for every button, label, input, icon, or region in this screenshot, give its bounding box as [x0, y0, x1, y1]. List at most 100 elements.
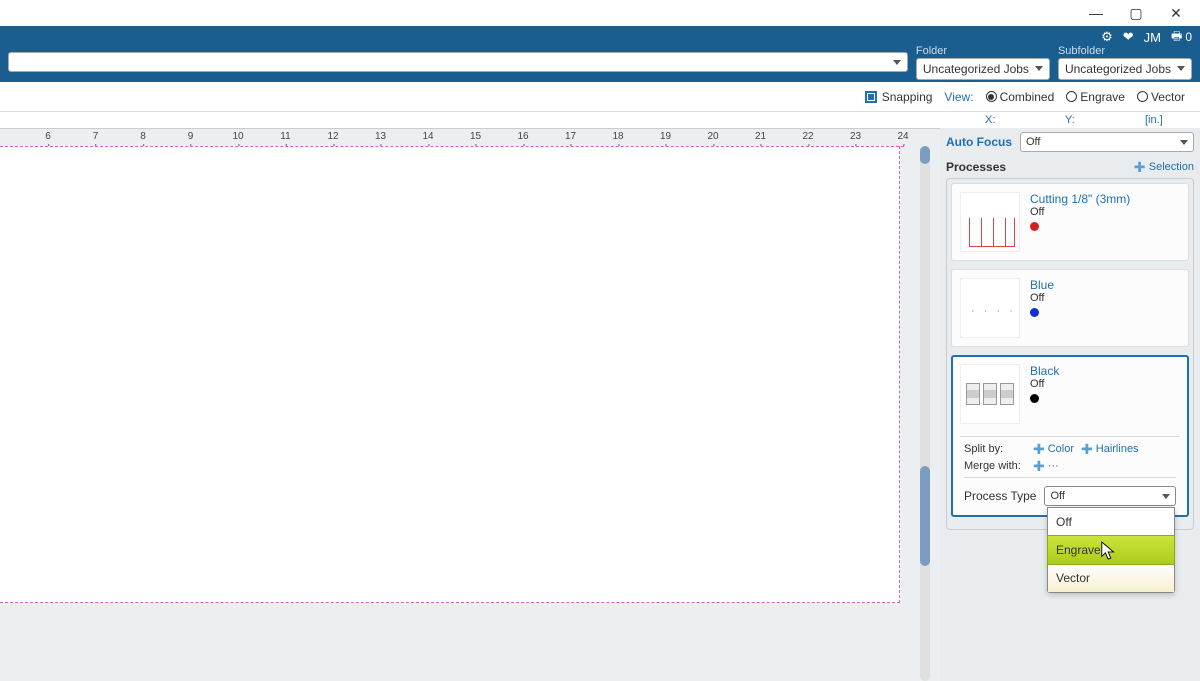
checkbox-icon	[865, 91, 877, 103]
artboard	[0, 146, 900, 603]
folder-dropdown[interactable]: Uncategorized Jobs	[916, 58, 1050, 80]
ruler-tick: 22	[802, 131, 813, 142]
cursor-icon	[1100, 540, 1118, 562]
split-by-label: Split by:	[964, 443, 1026, 455]
plus-icon: ✚	[1134, 161, 1146, 173]
autofocus-label: Auto Focus	[946, 135, 1012, 149]
ruler-tick: 11	[280, 131, 290, 142]
autofocus-row: Auto Focus Off	[946, 132, 1194, 152]
chevron-down-icon	[1180, 140, 1188, 145]
option-engrave[interactable]: Engrave	[1047, 535, 1175, 565]
ruler-tick: 6	[45, 131, 51, 142]
radio-icon	[986, 91, 997, 102]
chevron-down-icon	[1035, 66, 1043, 71]
view-options-bar: Snapping View: Combined Engrave Vector	[0, 82, 1200, 112]
ruler-tick: 18	[612, 131, 623, 142]
vertical-scrollbar[interactable]	[920, 146, 930, 681]
ruler-tick: 9	[188, 131, 194, 142]
ruler-tick: 20	[707, 131, 718, 142]
subfolder-dropdown[interactable]: Uncategorized Jobs	[1058, 58, 1192, 80]
coord-x: X:	[985, 114, 1025, 126]
radio-icon	[1137, 91, 1148, 102]
canvas-viewport[interactable]	[0, 146, 940, 681]
radio-icon	[1066, 91, 1077, 102]
ruler-tick: 21	[755, 131, 766, 142]
process-thumbnail	[960, 192, 1020, 252]
view-vector-label: Vector	[1151, 90, 1185, 104]
view-combined-label: Combined	[1000, 90, 1055, 104]
process-name: Cutting 1/8" (3mm)	[1030, 192, 1180, 206]
main-area: 6789101112131415161718192021222324 Auto …	[0, 128, 1200, 681]
process-detail: Split by: ✚Color ✚Hairlines Merge with: …	[960, 436, 1180, 508]
subfolder-value: Uncategorized Jobs	[1065, 62, 1171, 76]
ruler-tick: 12	[327, 131, 338, 142]
chevron-down-icon	[893, 60, 901, 65]
process-type-value: Off	[1050, 490, 1064, 502]
view-engrave-label: Engrave	[1080, 90, 1125, 104]
ruler-tick: 23	[850, 131, 861, 142]
process-status: Off	[1030, 292, 1180, 304]
option-vector[interactable]: Vector	[1048, 564, 1174, 592]
window-maximize-button[interactable]: ▢	[1116, 0, 1156, 26]
ruler-tick: 16	[517, 131, 528, 142]
processes-title: Processes	[946, 160, 1006, 174]
process-card-black[interactable]: Black Off Split by: ✚Color ✚Hairlines Me…	[951, 355, 1189, 517]
canvas-area: 6789101112131415161718192021222324	[0, 128, 940, 681]
option-off[interactable]: Off	[1048, 508, 1174, 536]
view-vector-radio[interactable]: Vector	[1137, 90, 1185, 104]
process-status: Off	[1030, 378, 1180, 390]
subfolder-label: Subfolder	[1058, 45, 1105, 57]
process-card-blue[interactable]: Blue Off	[951, 269, 1189, 347]
autofocus-dropdown[interactable]: Off	[1020, 132, 1194, 152]
view-combined-radio[interactable]: Combined	[986, 90, 1055, 104]
window-close-button[interactable]: ✕	[1156, 0, 1196, 26]
split-color-button[interactable]: ✚Color	[1033, 443, 1074, 455]
process-type-dropdown[interactable]: Off Off Engrave Vector	[1044, 486, 1176, 506]
window-minimize-button[interactable]: —	[1076, 0, 1116, 26]
process-name: Black	[1030, 364, 1180, 378]
coord-y: Y:	[1065, 114, 1105, 126]
ruler-tick: 17	[565, 131, 576, 142]
ruler-tick: 7	[93, 131, 99, 142]
process-status: Off	[1030, 206, 1180, 218]
plus-icon: ✚	[1081, 444, 1093, 455]
merge-dots: ···	[1048, 460, 1059, 472]
job-dropdown[interactable]	[8, 52, 908, 72]
option-engrave-label: Engrave	[1056, 543, 1101, 557]
ruler-tick: 15	[470, 131, 481, 142]
add-selection-button[interactable]: ✚ Selection	[1134, 161, 1194, 173]
ruler-tick: 24	[897, 131, 908, 142]
scrollbar-thumb[interactable]	[920, 466, 930, 566]
ruler-tick: 14	[422, 131, 433, 142]
status-icon[interactable]: ❤	[1123, 29, 1134, 45]
chevron-down-icon	[1177, 66, 1185, 71]
right-panel: Auto Focus Off Processes ✚ Selection Cut…	[940, 128, 1200, 681]
ruler-tick: 10	[232, 131, 243, 142]
merge-with-label: Merge with:	[964, 460, 1026, 472]
folder-value: Uncategorized Jobs	[923, 62, 1029, 76]
process-type-dropdown-list: Off Engrave Vector	[1047, 507, 1175, 593]
user-initials[interactable]: JM	[1144, 30, 1161, 45]
snapping-label: Snapping	[882, 90, 933, 104]
ruler-tick: 13	[375, 131, 386, 142]
view-engrave-radio[interactable]: Engrave	[1066, 90, 1125, 104]
snapping-toggle[interactable]: Snapping	[865, 90, 933, 104]
process-thumbnail	[960, 364, 1020, 424]
print-queue-count: 0	[1185, 30, 1192, 44]
scrollbar-thumb-top[interactable]	[920, 146, 930, 164]
job-selector-bar: Folder Uncategorized Jobs Subfolder Unca…	[0, 48, 1200, 76]
split-hairlines-button[interactable]: ✚Hairlines	[1081, 443, 1139, 455]
process-thumbnail	[960, 278, 1020, 338]
merge-button[interactable]: ✚···	[1033, 460, 1059, 472]
process-name: Blue	[1030, 278, 1180, 292]
processes-header: Processes ✚ Selection	[946, 160, 1194, 174]
chevron-down-icon	[1162, 494, 1170, 499]
coordinate-readout: X: Y: [in.]	[0, 112, 1200, 128]
split-color-label: Color	[1048, 443, 1074, 455]
split-hairlines-label: Hairlines	[1096, 443, 1139, 455]
process-type-row: Process Type Off Off Engrave Vector	[964, 486, 1176, 506]
plus-icon: ✚	[1033, 444, 1045, 455]
window-titlebar: — ▢ ✕	[0, 0, 1200, 26]
process-card-cutting[interactable]: Cutting 1/8" (3mm) Off	[951, 183, 1189, 261]
gear-icon[interactable]: ⚙	[1101, 29, 1113, 45]
